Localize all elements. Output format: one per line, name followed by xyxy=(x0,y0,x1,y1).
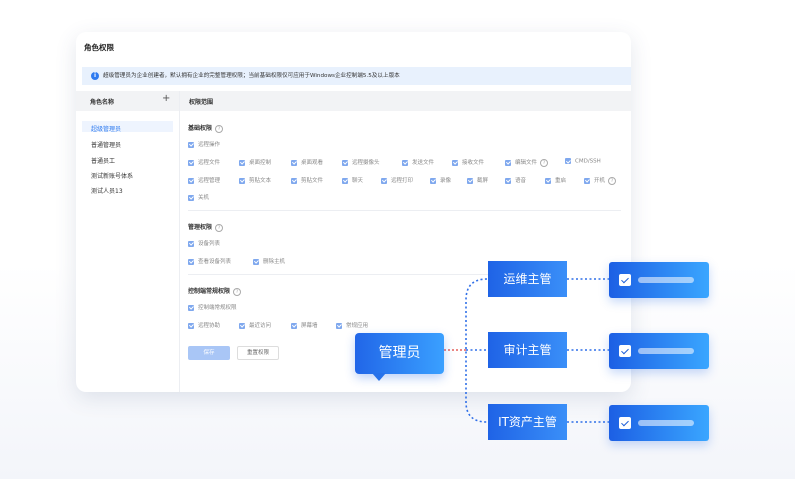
checkbox-checked-icon xyxy=(619,274,631,286)
placeholder-bar xyxy=(638,277,694,283)
permission-card xyxy=(609,405,709,441)
placeholder-bar xyxy=(638,348,694,354)
checkbox-checked-icon xyxy=(619,417,631,429)
speech-tail-icon xyxy=(372,373,386,381)
permission-card xyxy=(609,262,709,298)
role-audit-manager: 审计主管 xyxy=(488,332,567,368)
checkbox-checked-icon xyxy=(619,345,631,357)
role-it-asset-manager: IT资产主管 xyxy=(488,404,567,440)
role-ops-manager: 运维主管 xyxy=(488,261,567,297)
placeholder-bar xyxy=(638,420,694,426)
permission-card xyxy=(609,333,709,369)
admin-bubble: 管理员 xyxy=(355,333,444,374)
